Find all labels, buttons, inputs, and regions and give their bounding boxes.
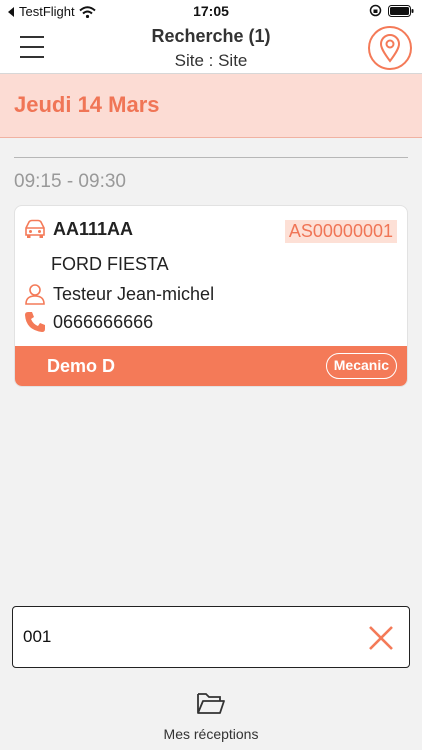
assignee-name: Demo D [47, 356, 116, 376]
orientation-lock-icon [369, 4, 382, 17]
navigation-bar: Recherche (1) Site : Site [0, 22, 422, 74]
clear-search-button[interactable] [367, 624, 395, 652]
date-label: Jeudi 14 Mars [14, 92, 160, 117]
divider [14, 157, 408, 158]
vehicle-plate: AA111AA [53, 218, 134, 239]
page-title: Recherche (1) [151, 26, 271, 46]
phone-row: 0666666666 [23, 310, 153, 334]
service-type-tag: Mecanic [325, 353, 397, 379]
date-header: Jeudi 14 Mars [0, 74, 422, 138]
vehicle-model-row: FORD FIESTA [51, 254, 169, 275]
clear-x-icon [369, 626, 393, 650]
person-icon [25, 284, 45, 305]
reception-card[interactable]: AA111AA AS00000001 FORD FIESTA Testeur J… [14, 205, 408, 387]
page-subtitle: Site : Site [174, 51, 248, 70]
customer-phone: 0666666666 [53, 311, 154, 332]
map-button[interactable] [366, 24, 414, 72]
status-bar: TestFlight 17:05 [0, 0, 422, 22]
status-time: 17:05 [193, 3, 229, 19]
search-box [12, 606, 410, 668]
vehicle-row: AA111AA [23, 218, 133, 240]
search-input[interactable] [23, 621, 343, 653]
customer-name: Testeur Jean-michel [53, 283, 215, 304]
tab-label: Mes réceptions [163, 726, 259, 742]
battery-icon [388, 4, 414, 17]
map-pin-icon [368, 26, 412, 70]
vehicle-model: FORD FIESTA [51, 254, 169, 274]
phone-icon [25, 312, 45, 332]
reference-badge: AS00000001 [284, 220, 397, 243]
car-icon [25, 219, 45, 238]
card-footer: Demo D Mecanic [15, 346, 407, 386]
slot-time-range: 09:15 - 09:30 [14, 171, 126, 192]
customer-row: Testeur Jean-michel [23, 282, 214, 306]
tab-mes-receptions[interactable]: Mes réceptions [0, 690, 422, 748]
folder-open-icon [197, 693, 225, 714]
